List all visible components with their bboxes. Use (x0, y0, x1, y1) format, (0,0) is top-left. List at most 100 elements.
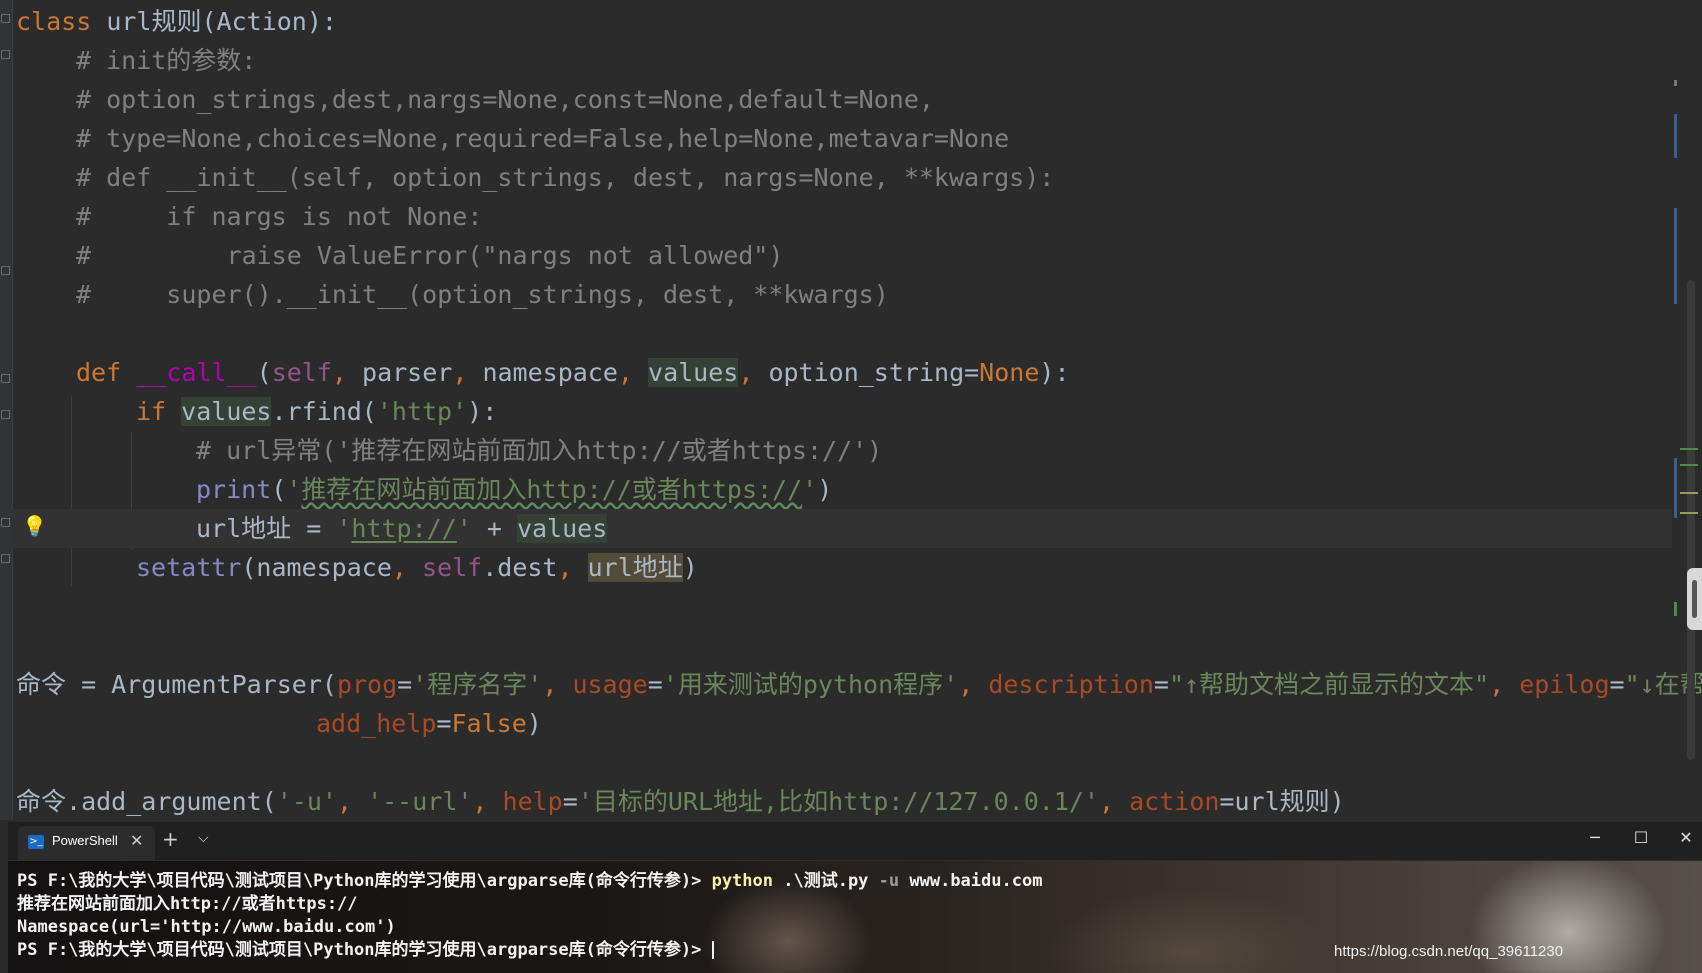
keyword-arg: prog (336, 670, 398, 699)
self-param: self (422, 553, 483, 582)
lightbulb-icon[interactable]: 💡 (22, 514, 47, 538)
paren: ): (306, 7, 337, 36)
operator: = (397, 670, 413, 699)
fold-icon[interactable] (1, 50, 10, 59)
indent-guide (71, 396, 72, 586)
code-line-comment[interactable]: # def __init__(self, option_strings, des… (76, 158, 1672, 197)
new-tab-plus-icon[interactable]: + (162, 827, 179, 851)
keyword: class (16, 7, 92, 36)
terminal-window[interactable]: >_ PowerShell ✕ + ⌵ ─ ☐ ✕ PS F:\我的大学\项目代… (8, 822, 1702, 973)
paren: ): (467, 397, 498, 426)
class-name: url规则 (106, 7, 202, 36)
fold-icon[interactable] (1, 554, 10, 563)
string-literal: http:// (351, 514, 457, 543)
variable: url地址 (196, 514, 292, 543)
string-literal: '程序名字' (412, 670, 543, 699)
fold-icon[interactable] (1, 266, 10, 275)
variable-highlighted: values (181, 397, 272, 426)
maximize-button[interactable]: ☐ (1626, 828, 1656, 847)
error-stripe-mark[interactable] (1674, 80, 1677, 86)
code-line-comment[interactable]: # url异常('推荐在网站前面加入http://或者https://') (196, 431, 1672, 470)
terminal-output-line: 推荐在网站前面加入http://或者https:// (17, 894, 358, 914)
code-line-comment[interactable]: # init的参数: (76, 41, 1672, 80)
string-literal: '--url' (367, 787, 473, 816)
keyword: if (136, 397, 167, 426)
keyword-arg: action (1129, 787, 1220, 816)
minimize-button[interactable]: ─ (1580, 828, 1610, 847)
keyword-arg: epilog (1519, 670, 1610, 699)
close-icon[interactable]: ✕ (130, 831, 143, 850)
fold-icon[interactable] (1, 14, 10, 23)
error-stripe-mark[interactable] (1680, 512, 1698, 514)
comma: , (472, 787, 503, 816)
editor-gutter (0, 0, 13, 820)
fold-icon[interactable] (1, 374, 10, 383)
code-line-argparser-cont[interactable]: add_help=False) (316, 704, 1672, 743)
builtin-function: setattr (136, 553, 242, 582)
operator: = (647, 670, 663, 699)
error-stripe-mark[interactable] (1674, 208, 1677, 304)
operator: = (291, 514, 337, 543)
code-line-comment[interactable]: # raise ValueError("nargs not allowed") (76, 236, 1672, 275)
chevron-down-icon[interactable]: ⌵ (198, 830, 209, 846)
error-stripe-mark[interactable] (1674, 602, 1677, 616)
error-stripe-mark[interactable] (1674, 114, 1677, 158)
code-line-comment[interactable]: # option_strings,dest,nargs=None,const=N… (76, 80, 1672, 119)
param-highlighted: values (648, 358, 739, 387)
paren: ): (1039, 358, 1070, 387)
keyword-arg: usage (572, 670, 648, 699)
operator: = (1609, 670, 1625, 699)
command-arg: .\测试.py (773, 871, 879, 891)
tab-powershell[interactable]: >_ PowerShell ✕ (18, 826, 155, 860)
code-line-comment[interactable]: # super().__init__(option_strings, dest,… (76, 275, 1672, 314)
keyword-arg: add_help (316, 709, 437, 738)
operator: = (1219, 787, 1235, 816)
code-line-comment[interactable]: # type=None,choices=None,required=False,… (76, 119, 1672, 158)
keyword-arg: description (988, 670, 1154, 699)
code-line-class-def[interactable]: class url规则(Action): (16, 2, 1672, 41)
comma: , (542, 670, 573, 699)
comma: , (738, 358, 769, 387)
error-stripe-mark[interactable] (1680, 448, 1698, 450)
comma: , (336, 787, 368, 816)
code-line-argparser[interactable]: 命令 = ArgumentParser(prog='程序名字', usage='… (16, 665, 1702, 704)
tab-title: PowerShell (52, 833, 118, 848)
prompt: PS F:\我的大学\项目代码\测试项目\Python库的学习使用\argpar… (17, 871, 712, 891)
none-literal: None (979, 358, 1040, 387)
operator: = (1153, 670, 1169, 699)
quote: ' (336, 514, 352, 543)
fold-icon[interactable] (1, 410, 10, 419)
comma: , (452, 358, 483, 387)
code-line-setattr[interactable]: setattr(namespace, self.dest, url地址) (136, 548, 1672, 587)
editor-scrollbar-thumb[interactable] (1687, 280, 1695, 760)
param: option_string= (768, 358, 980, 387)
code-line-add-argument[interactable]: 命令.add_argument('-u', '--url', help='目标的… (16, 782, 1672, 820)
self-param: self (271, 358, 332, 387)
error-stripe-mark[interactable] (1680, 492, 1698, 494)
paren: ( (271, 475, 287, 504)
code-line-method-def[interactable]: def __call__(self, parser, namespace, va… (76, 353, 1672, 392)
close-window-button[interactable]: ✕ (1671, 828, 1701, 847)
variable: 命令 (16, 670, 67, 699)
terminal-tab-bar: >_ PowerShell ✕ + ⌵ ─ ☐ ✕ (8, 822, 1702, 861)
attribute: .dest (482, 553, 558, 582)
code-line-current[interactable]: url地址 = 'http://' + values (12, 509, 1672, 548)
error-stripe-mark[interactable] (1674, 458, 1677, 518)
prompt: PS F:\我的大学\项目代码\测试项目\Python库的学习使用\argpar… (17, 940, 712, 960)
paren: ) (1329, 787, 1345, 816)
code-line-print[interactable]: print('推荐在网站前面加入http://或者https://') (196, 470, 1672, 509)
powershell-icon: >_ (28, 835, 44, 849)
code-line-comment[interactable]: # if nargs is not None: (76, 197, 1672, 236)
error-stripe-mark[interactable] (1680, 464, 1698, 466)
quote: ' (286, 475, 302, 504)
keyword: def (76, 358, 122, 387)
string-literal: 推荐在网站前面加入http://或者https:// (301, 475, 803, 504)
operator: = (562, 787, 578, 816)
variable-highlighted: url地址 (587, 553, 683, 582)
fold-icon[interactable] (1, 518, 10, 527)
comma: , (331, 358, 363, 387)
code-line-if[interactable]: if values.rfind('http'): (136, 392, 1672, 431)
terminal-command-line: PS F:\我的大学\项目代码\测试项目\Python库的学习使用\argpar… (17, 870, 1677, 893)
string-literal: "↑帮助文档之前显示的文本" (1168, 670, 1490, 699)
code-editor[interactable]: class url规则(Action): # init的参数: # option… (0, 0, 1702, 820)
